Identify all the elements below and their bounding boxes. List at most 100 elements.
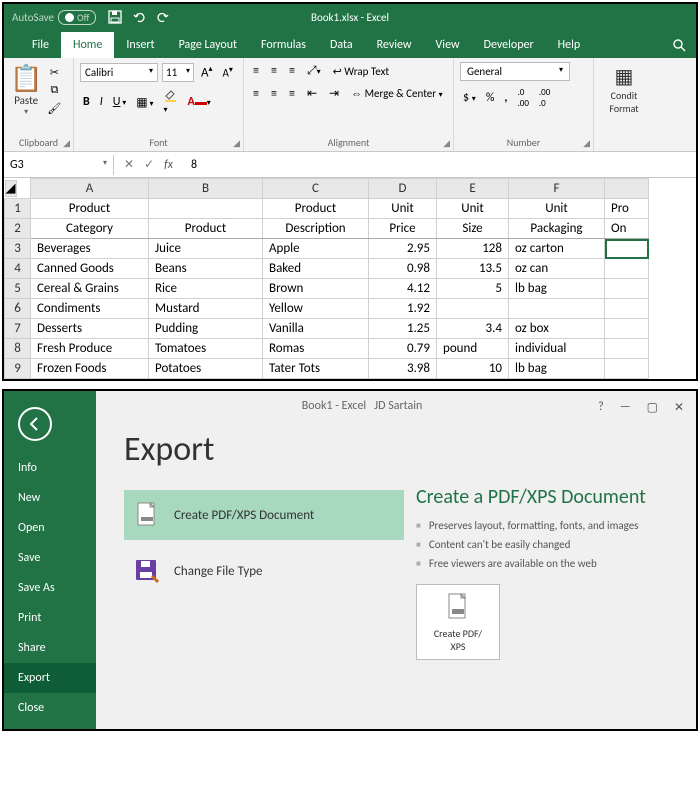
cell[interactable]: Romas xyxy=(263,339,369,359)
cell[interactable]: 10 xyxy=(437,359,509,379)
sidebar-item-open[interactable]: Open xyxy=(4,513,96,543)
cell[interactable]: Category xyxy=(31,219,149,239)
accounting-format-button[interactable]: $ ▾ xyxy=(460,89,479,107)
cell[interactable] xyxy=(605,339,649,359)
col-header-G[interactable] xyxy=(605,179,649,199)
increase-decimal-button[interactable]: .0.00 xyxy=(514,85,531,111)
cell[interactable]: Vanilla xyxy=(263,319,369,339)
copy-icon[interactable]: ⧉ xyxy=(46,82,62,98)
select-all-corner[interactable]: ◢ xyxy=(5,180,17,197)
save-icon[interactable] xyxy=(108,10,122,24)
cell[interactable]: Tater Tots xyxy=(263,359,369,379)
alignment-dialog-launcher[interactable]: ◢ xyxy=(443,138,450,149)
cell[interactable]: individual xyxy=(509,339,605,359)
active-cell-G3[interactable] xyxy=(605,239,649,259)
row-header-1[interactable]: 1 xyxy=(5,199,31,219)
number-dialog-launcher[interactable]: ◢ xyxy=(583,138,590,149)
cell[interactable]: pound xyxy=(437,339,509,359)
option-change-file-type[interactable]: Change File Type xyxy=(124,546,404,596)
wrap-text-button[interactable]: ↩ Wrap Text xyxy=(330,63,393,80)
cell[interactable]: Rice xyxy=(149,279,263,299)
row-header-5[interactable]: 5 xyxy=(5,279,31,299)
format-painter-icon[interactable]: 🖌 xyxy=(46,100,62,116)
cell[interactable]: On xyxy=(605,219,649,239)
decrease-decimal-button[interactable]: .00.0 xyxy=(536,85,553,111)
cell[interactable]: oz can xyxy=(509,259,605,279)
cell[interactable] xyxy=(437,299,509,319)
cell[interactable]: Baked xyxy=(263,259,369,279)
cell[interactable]: Price xyxy=(369,219,437,239)
cell[interactable] xyxy=(605,319,649,339)
autosave-toggle[interactable]: AutoSave Off xyxy=(12,10,96,25)
align-left-icon[interactable]: ≡ xyxy=(250,85,262,103)
create-pdf-xps-button[interactable]: Create PDF/ XPS xyxy=(416,584,500,660)
col-header-B[interactable]: B xyxy=(149,179,263,199)
conditional-formatting-icon[interactable]: ▦ xyxy=(600,64,648,89)
cell[interactable]: Apple xyxy=(263,239,369,259)
cell[interactable]: oz box xyxy=(509,319,605,339)
cell[interactable]: Unit xyxy=(369,199,437,219)
cell[interactable]: 2.95 xyxy=(369,239,437,259)
cell[interactable] xyxy=(509,299,605,319)
cell[interactable]: Cereal & Grains xyxy=(31,279,149,299)
border-button[interactable]: ▦ ▾ xyxy=(133,93,156,112)
align-bottom-icon[interactable]: ≡ xyxy=(286,62,298,80)
restore-icon[interactable]: ▢ xyxy=(647,400,658,415)
cell[interactable]: 1.92 xyxy=(369,299,437,319)
tab-data[interactable]: Data xyxy=(318,32,365,58)
cell[interactable]: 4.12 xyxy=(369,279,437,299)
cell[interactable] xyxy=(149,199,263,219)
col-header-E[interactable]: E xyxy=(437,179,509,199)
sidebar-item-print[interactable]: Print xyxy=(4,603,96,633)
cell[interactable]: oz carton xyxy=(509,239,605,259)
tab-developer[interactable]: Developer xyxy=(472,32,546,58)
cell[interactable]: Product xyxy=(31,199,149,219)
cell[interactable]: Pro xyxy=(605,199,649,219)
align-top-icon[interactable]: ≡ xyxy=(250,62,262,80)
fill-color-button[interactable]: ▾ xyxy=(160,86,180,118)
sidebar-item-close[interactable]: Close xyxy=(4,693,96,723)
bold-button[interactable]: B xyxy=(80,93,93,111)
italic-button[interactable]: I xyxy=(97,93,106,111)
percent-format-button[interactable]: % xyxy=(483,89,498,107)
cell[interactable]: Desserts xyxy=(31,319,149,339)
sidebar-item-save-as[interactable]: Save As xyxy=(4,573,96,603)
sidebar-item-export[interactable]: Export xyxy=(4,663,96,693)
tab-formulas[interactable]: Formulas xyxy=(249,32,318,58)
enter-formula-icon[interactable]: ✓ xyxy=(144,157,154,172)
cell[interactable]: Beans xyxy=(149,259,263,279)
row-header-9[interactable]: 9 xyxy=(5,359,31,379)
name-box[interactable]: G3▾ xyxy=(4,155,114,175)
formula-bar-input[interactable]: 8 xyxy=(183,155,205,175)
option-create-pdf-xps[interactable]: Create PDF/XPS Document xyxy=(124,490,404,540)
cell[interactable]: Condiments xyxy=(31,299,149,319)
cell[interactable]: Description xyxy=(263,219,369,239)
cell[interactable]: lb bag xyxy=(509,359,605,379)
cell[interactable]: 3.4 xyxy=(437,319,509,339)
close-icon[interactable]: ✕ xyxy=(674,400,684,415)
merge-center-button[interactable]: ⇔ Merge & Center ▾ xyxy=(348,85,446,102)
font-name-combo[interactable]: Calibri▾ xyxy=(80,63,158,82)
row-header-2[interactable]: 2 xyxy=(5,219,31,239)
tab-home[interactable]: Home xyxy=(61,32,114,58)
cell[interactable]: Mustard xyxy=(149,299,263,319)
cell[interactable]: Size xyxy=(437,219,509,239)
cell[interactable]: Yellow xyxy=(263,299,369,319)
tell-me-search-icon[interactable] xyxy=(662,32,696,58)
row-header-4[interactable]: 4 xyxy=(5,259,31,279)
cell[interactable]: 3.98 xyxy=(369,359,437,379)
cell[interactable] xyxy=(605,359,649,379)
cell[interactable]: Brown xyxy=(263,279,369,299)
sidebar-item-save[interactable]: Save xyxy=(4,543,96,573)
cell[interactable]: 1.25 xyxy=(369,319,437,339)
cell[interactable]: Packaging xyxy=(509,219,605,239)
clipboard-dialog-launcher[interactable]: ◢ xyxy=(63,138,70,149)
undo-icon[interactable] xyxy=(132,10,146,24)
increase-indent-icon[interactable]: ⇥ xyxy=(326,84,342,103)
cell[interactable]: Tomatoes xyxy=(149,339,263,359)
comma-format-button[interactable]: , xyxy=(501,89,510,107)
font-dialog-launcher[interactable]: ◢ xyxy=(233,138,240,149)
cell[interactable]: lb bag xyxy=(509,279,605,299)
cell[interactable]: 13.5 xyxy=(437,259,509,279)
row-header-3[interactable]: 3 xyxy=(5,239,31,259)
